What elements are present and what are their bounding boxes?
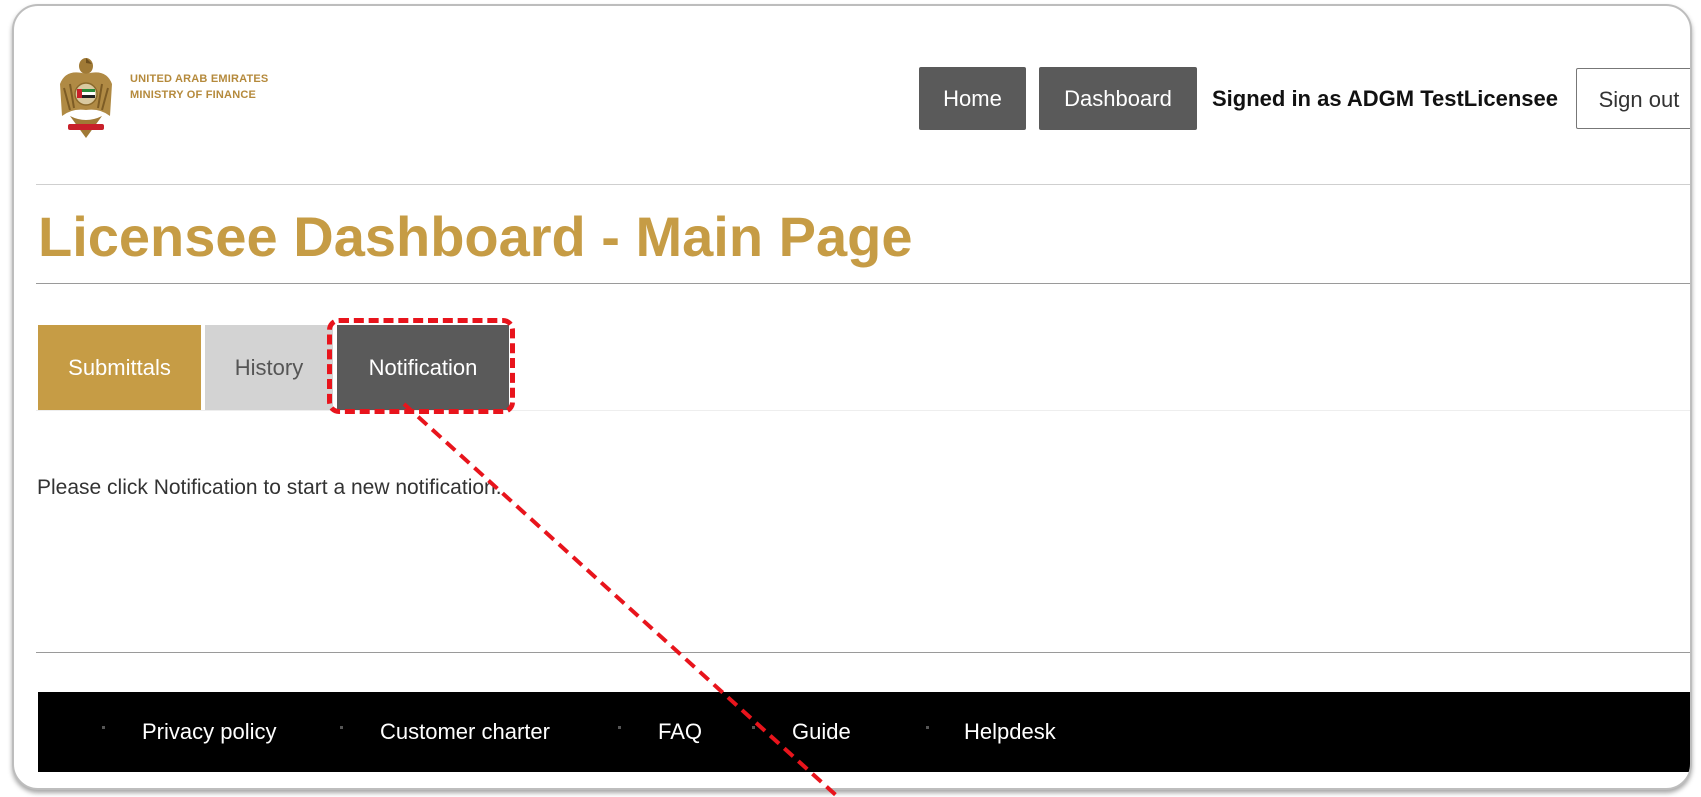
- header-divider: [36, 184, 1690, 185]
- footer-link-privacy-policy[interactable]: Privacy policy: [142, 692, 276, 772]
- title-divider: [36, 283, 1690, 284]
- footer-link-customer-charter[interactable]: Customer charter: [380, 692, 550, 772]
- footer-bullet: [340, 726, 343, 729]
- footer-link-faq[interactable]: FAQ: [658, 692, 702, 772]
- logo-line-1: UNITED ARAB EMIRATES: [130, 73, 269, 85]
- footer-link-guide[interactable]: Guide: [792, 692, 851, 772]
- footer-bullet: [752, 726, 755, 729]
- tab-submittals[interactable]: Submittals: [38, 325, 201, 410]
- uae-falcon-emblem-icon: [60, 58, 112, 138]
- footer-divider: [36, 652, 1690, 653]
- footer-bullet: [102, 726, 105, 729]
- footer-link-helpdesk[interactable]: Helpdesk: [964, 692, 1056, 772]
- dashboard-button[interactable]: Dashboard: [1039, 67, 1197, 130]
- ministry-logo[interactable]: UNITED ARAB EMIRATES MINISTRY OF FINANCE: [56, 54, 346, 144]
- footer-bar: Privacy policy Customer charter FAQ Guid…: [38, 692, 1690, 772]
- ministry-logo-text: UNITED ARAB EMIRATES MINISTRY OF FINANCE: [130, 71, 268, 103]
- tab-notification[interactable]: Notification: [337, 325, 509, 410]
- tabs-divider: [36, 410, 1690, 411]
- instruction-text: Please click Notification to start a new…: [37, 476, 502, 499]
- signed-in-status: Signed in as ADGM TestLicensee: [1212, 86, 1558, 111]
- tab-history[interactable]: History: [205, 325, 333, 410]
- sign-out-button[interactable]: Sign out: [1576, 68, 1690, 129]
- logo-line-2: MINISTRY OF FINANCE: [130, 89, 257, 101]
- footer-bullet: [926, 726, 929, 729]
- home-button[interactable]: Home: [919, 67, 1026, 130]
- page-title: Licensee Dashboard - Main Page: [38, 205, 913, 268]
- footer-bullet: [618, 726, 621, 729]
- browser-frame: UNITED ARAB EMIRATES MINISTRY OF FINANCE…: [12, 4, 1692, 790]
